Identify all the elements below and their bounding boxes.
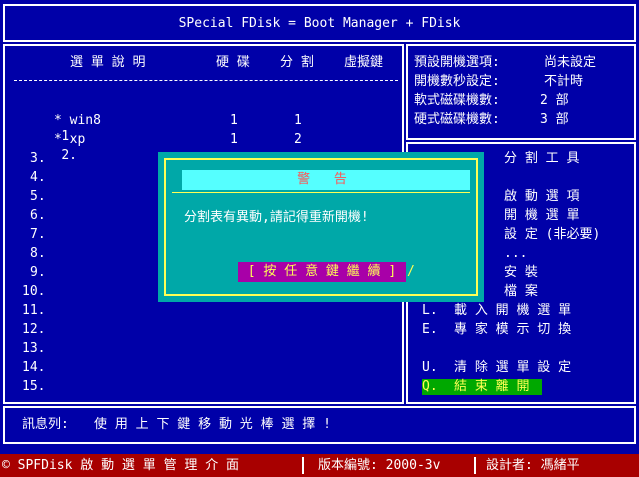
tool-quit[interactable]: Q. 結 束 離 開 <box>422 379 542 395</box>
status-bar: © SPFDisk 啟 動 選 單 管 理 介 面 版本編號: 2000-3v … <box>0 454 639 477</box>
list-item[interactable]: 9. <box>30 265 46 281</box>
setting-value: 3 部 <box>540 112 569 127</box>
column-header-partition: 分 割 <box>280 55 314 70</box>
setting-value: 不計時 <box>544 74 584 89</box>
tool-boot-menu[interactable]: 開 機 選 單 <box>504 208 579 224</box>
item-partition: 2 <box>294 132 302 147</box>
item-partition: 1 <box>294 113 302 128</box>
tool-key: L. <box>422 303 438 318</box>
tool-key: Q. <box>422 379 438 394</box>
setting-value: 2 部 <box>540 93 569 108</box>
tool-expert-mode[interactable]: E. 專 家 模 示 切 換 <box>422 322 571 338</box>
setting-label: 開機數秒設定: <box>414 74 500 89</box>
setting-value: 尚未設定 <box>544 55 597 70</box>
list-item[interactable]: 11. <box>22 303 45 319</box>
continue-button[interactable]: [ 按 任 意 鍵 繼 續 ] <box>238 262 406 282</box>
list-item[interactable]: 4. <box>30 170 46 186</box>
setting-label: 預設開機選項: <box>414 55 500 70</box>
tool-install[interactable]: 安 裝 <box>504 265 538 281</box>
item-name: * win8 <box>54 113 101 128</box>
dialog-title: 警 告 <box>182 170 470 190</box>
list-item[interactable]: 14. <box>22 360 45 376</box>
tool-label: 載 入 開 機 選 單 <box>454 303 572 318</box>
list-item[interactable]: 15. <box>22 379 45 395</box>
cursor-glyph: / <box>407 264 415 279</box>
tool-files[interactable]: 檔 案 <box>504 284 538 300</box>
item-disk: 1 <box>230 113 238 128</box>
list-item[interactable]: 8. <box>30 246 46 262</box>
tool-key: E. <box>422 322 438 337</box>
tool-load-boot-menu[interactable]: L. 載 入 開 機 選 單 <box>422 303 571 319</box>
tool-label: 清 除 選 單 設 定 <box>454 360 572 375</box>
tool-startup-options[interactable]: 啟 動 選 項 <box>504 189 579 205</box>
status-divider <box>474 457 476 474</box>
setting-default-boot: 預設開機選項: 尚未設定 <box>414 55 596 71</box>
status-author: 設計者: 馮緒平 <box>486 458 580 473</box>
dialog-message: 分割表有異動,請記得重新開機! <box>184 210 369 225</box>
status-divider <box>302 457 304 474</box>
status-app-name: © SPFDisk 啟 動 選 單 管 理 介 面 <box>2 458 240 473</box>
tool-key: U. <box>422 360 438 375</box>
list-item[interactable]: 6. <box>30 208 46 224</box>
setting-label: 軟式磁碟機數: <box>414 93 500 108</box>
tool-clear-menu[interactable]: U. 清 除 選 單 設 定 <box>422 360 571 376</box>
message-label: 訊息列: <box>22 417 69 432</box>
tool-label: 專 家 模 示 切 換 <box>454 322 572 337</box>
list-item[interactable]: 1. * win8 1 1 <box>30 113 370 144</box>
dialog-divider <box>172 192 470 193</box>
column-header-hotkey: 虛擬鍵 <box>344 55 384 70</box>
setting-label: 硬式磁碟機數: <box>414 112 500 127</box>
item-name: * xp <box>54 132 86 147</box>
item-disk: 1 <box>230 132 238 147</box>
setting-floppy-count: 軟式磁碟機數: 2 部 <box>414 93 569 109</box>
tool-settings[interactable]: 設 定 (非必要) <box>504 227 600 243</box>
setting-boot-timeout: 開機數秒設定: 不計時 <box>414 74 583 90</box>
tool-ellipsis: ... <box>504 246 528 261</box>
list-item[interactable]: 5. <box>30 189 46 205</box>
message-text: 使 用 上 下 鍵 移 動 光 棒 選 擇 ! <box>94 417 331 432</box>
app-title: SPecial FDisk = Boot Manager + FDisk <box>178 16 461 31</box>
list-item[interactable]: 3. <box>30 151 46 167</box>
warning-dialog: 警 告 分割表有異動,請記得重新開機! [ 按 任 意 鍵 繼 續 ] / <box>158 152 484 302</box>
list-item[interactable]: 2. * xp 1 2 <box>30 132 370 163</box>
tool-label: 結 束 離 開 <box>454 379 530 394</box>
column-header-name: 選 單 說 明 <box>70 55 146 70</box>
column-header-disk: 硬 碟 <box>216 55 250 70</box>
setting-hdd-count: 硬式磁碟機數: 3 部 <box>414 112 569 128</box>
message-bar: 訊息列: 使 用 上 下 鍵 移 動 光 棒 選 擇 ! <box>22 417 331 433</box>
list-item[interactable]: 13. <box>22 341 45 357</box>
list-item[interactable]: 10. <box>22 284 45 300</box>
item-number: 2. <box>61 148 77 163</box>
tools-header: 分 割 工 具 <box>504 151 580 166</box>
header-separator <box>14 80 398 81</box>
status-version: 版本編號: 2000-3v <box>318 458 441 473</box>
list-item[interactable]: 7. <box>30 227 46 243</box>
list-item[interactable]: 12. <box>22 322 45 338</box>
